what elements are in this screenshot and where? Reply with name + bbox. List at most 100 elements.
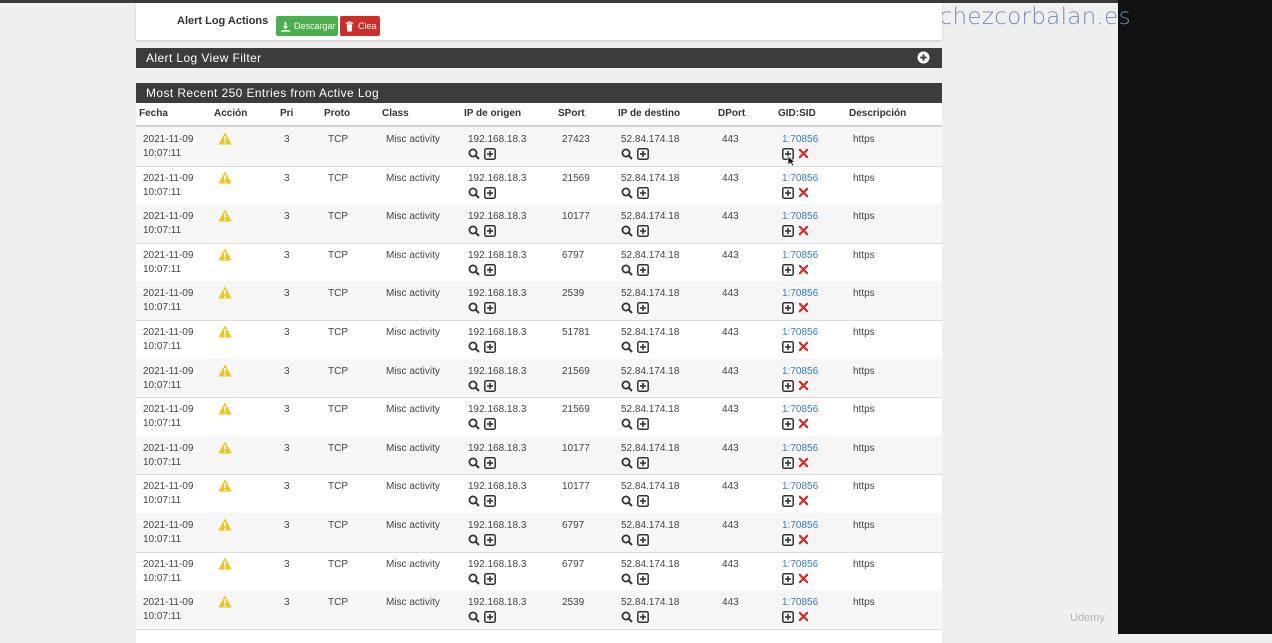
- plus-square-icon[interactable]: [637, 572, 649, 585]
- plus-square-icon[interactable]: [637, 495, 649, 508]
- clear-button[interactable]: Clea: [340, 16, 380, 36]
- search-icon[interactable]: [621, 380, 633, 392]
- sid-link[interactable]: 1:70856: [782, 596, 818, 610]
- plus-square-icon[interactable]: [637, 379, 649, 392]
- plus-square-icon[interactable]: [484, 148, 496, 160]
- alert-log-view-filter-heading[interactable]: Alert Log View Filter: [136, 48, 942, 68]
- close-icon[interactable]: [798, 611, 809, 622]
- close-icon[interactable]: [798, 264, 809, 275]
- sid-link[interactable]: 1:70856: [782, 249, 818, 263]
- plus-square-icon[interactable]: [484, 379, 496, 392]
- column-header-proto[interactable]: Proto: [324, 108, 350, 119]
- plus-square-icon[interactable]: [637, 456, 649, 469]
- sid-link[interactable]: 1:70856: [782, 326, 818, 340]
- plus-square-icon[interactable]: [637, 186, 649, 199]
- search-icon[interactable]: [468, 418, 480, 430]
- plus-square-icon[interactable]: [782, 456, 794, 469]
- search-icon[interactable]: [621, 264, 633, 276]
- plus-square-icon[interactable]: [637, 263, 649, 276]
- search-icon[interactable]: [468, 457, 480, 469]
- column-header-gid-sid[interactable]: GID:SID: [778, 108, 816, 119]
- download-button[interactable]: Descargar: [276, 16, 338, 36]
- plus-circle-icon[interactable]: [917, 51, 930, 64]
- sid-link[interactable]: 1:70856: [782, 480, 818, 494]
- search-icon[interactable]: [621, 573, 633, 585]
- close-icon[interactable]: [798, 225, 809, 236]
- plus-square-icon[interactable]: [484, 611, 496, 624]
- search-icon[interactable]: [468, 573, 480, 585]
- close-icon[interactable]: [798, 302, 809, 313]
- plus-square-icon[interactable]: [484, 456, 496, 469]
- plus-square-icon[interactable]: [782, 379, 794, 392]
- search-icon[interactable]: [621, 341, 633, 353]
- plus-square-icon[interactable]: [484, 302, 496, 315]
- column-header-sport[interactable]: SPort: [558, 108, 585, 119]
- sid-link[interactable]: 1:70856: [782, 210, 818, 224]
- search-icon[interactable]: [621, 187, 633, 199]
- search-icon[interactable]: [621, 495, 633, 508]
- column-header-fecha[interactable]: Fecha: [139, 108, 168, 119]
- sid-link[interactable]: 1:70856: [782, 133, 818, 147]
- search-icon[interactable]: [621, 148, 633, 160]
- plus-square-icon[interactable]: [484, 418, 496, 431]
- column-header-ip-destino[interactable]: IP de destino: [618, 108, 680, 119]
- plus-square-icon[interactable]: [782, 263, 794, 276]
- sid-link[interactable]: 1:70856: [782, 365, 818, 379]
- column-header-pri[interactable]: Pri: [280, 108, 293, 119]
- close-icon[interactable]: [798, 457, 809, 468]
- plus-square-icon[interactable]: [637, 534, 649, 546]
- sid-link[interactable]: 1:70856: [782, 442, 818, 456]
- search-icon[interactable]: [621, 457, 633, 469]
- plus-square-icon[interactable]: [637, 611, 649, 624]
- search-icon[interactable]: [468, 302, 480, 315]
- close-icon[interactable]: [798, 187, 809, 198]
- search-icon[interactable]: [621, 611, 633, 623]
- plus-square-icon[interactable]: [637, 225, 649, 238]
- close-icon[interactable]: [798, 380, 809, 391]
- plus-square-icon[interactable]: [484, 341, 496, 353]
- close-icon[interactable]: [798, 534, 809, 545]
- column-header-descripcion[interactable]: Descripción: [849, 108, 906, 119]
- plus-square-icon[interactable]: [782, 225, 794, 238]
- plus-square-icon[interactable]: [484, 572, 496, 585]
- search-icon[interactable]: [621, 302, 633, 315]
- search-icon[interactable]: [468, 225, 480, 237]
- sid-link[interactable]: 1:70856: [782, 519, 818, 533]
- search-icon[interactable]: [621, 418, 633, 430]
- plus-square-icon[interactable]: [782, 302, 794, 315]
- plus-square-icon[interactable]: [484, 225, 496, 238]
- plus-square-icon[interactable]: [484, 186, 496, 199]
- search-icon[interactable]: [621, 225, 633, 237]
- close-icon[interactable]: [798, 341, 809, 352]
- sid-link[interactable]: 1:70856: [782, 172, 818, 186]
- plus-square-icon[interactable]: [782, 341, 794, 353]
- search-icon[interactable]: [468, 534, 480, 546]
- plus-square-icon[interactable]: [782, 572, 794, 585]
- plus-square-icon[interactable]: [637, 148, 649, 160]
- search-icon[interactable]: [468, 148, 480, 160]
- close-icon[interactable]: [798, 573, 809, 584]
- plus-square-icon[interactable]: [484, 534, 496, 546]
- plus-square-icon[interactable]: [782, 534, 794, 546]
- search-icon[interactable]: [468, 380, 480, 392]
- plus-square-icon[interactable]: [484, 263, 496, 276]
- column-header-dport[interactable]: DPort: [718, 108, 745, 119]
- search-icon[interactable]: [468, 341, 480, 353]
- plus-square-icon[interactable]: [484, 495, 496, 508]
- search-icon[interactable]: [621, 534, 633, 546]
- close-icon[interactable]: [798, 148, 809, 159]
- search-icon[interactable]: [468, 264, 480, 276]
- search-icon[interactable]: [468, 187, 480, 199]
- plus-square-icon[interactable]: [782, 418, 794, 431]
- sid-link[interactable]: 1:70856: [782, 558, 818, 572]
- close-icon[interactable]: [798, 418, 809, 429]
- column-header-accion[interactable]: Acción: [214, 108, 247, 119]
- column-header-class[interactable]: Class: [382, 108, 409, 119]
- close-icon[interactable]: [798, 495, 809, 506]
- sid-link[interactable]: 1:70856: [782, 403, 818, 417]
- plus-square-icon[interactable]: [637, 302, 649, 315]
- sid-link[interactable]: 1:70856: [782, 287, 818, 301]
- plus-square-icon[interactable]: [637, 341, 649, 353]
- plus-square-icon[interactable]: [782, 611, 794, 624]
- search-icon[interactable]: [468, 495, 480, 508]
